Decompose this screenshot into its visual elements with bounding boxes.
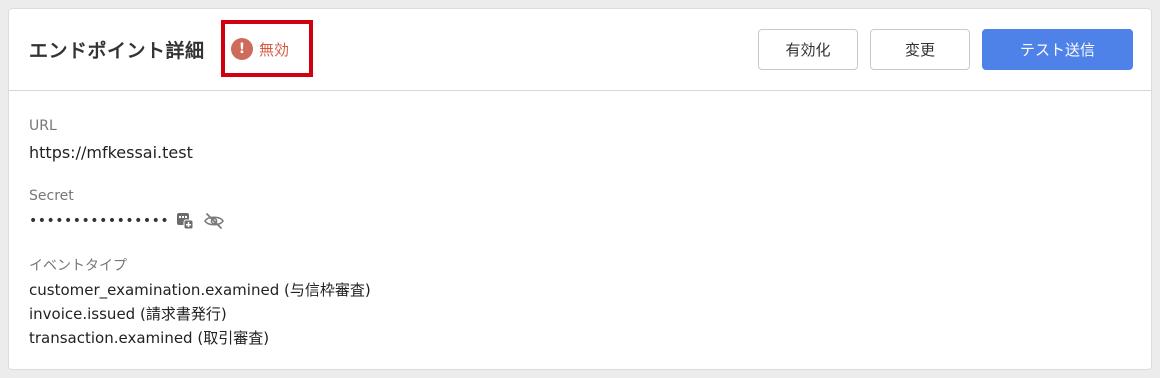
url-label: URL bbox=[29, 118, 57, 134]
secret-value: •••••••••••••••• bbox=[29, 213, 170, 229]
url-value: https://mfkessai.test bbox=[29, 143, 193, 162]
eye-off-icon[interactable] bbox=[203, 212, 225, 230]
endpoint-detail-card: エンドポイント詳細 ! 無効 有効化 変更 テスト送信 URL https://… bbox=[8, 8, 1152, 370]
enable-button[interactable]: 有効化 bbox=[758, 29, 858, 70]
secret-label: Secret bbox=[29, 188, 74, 204]
card-header: エンドポイント詳細 ! 無効 有効化 変更 テスト送信 bbox=[9, 9, 1151, 91]
event-type-item: transaction.examined (取引審査) bbox=[29, 329, 270, 347]
status-highlight-box bbox=[221, 20, 313, 77]
edit-button[interactable]: 変更 bbox=[870, 29, 970, 70]
event-type-item: customer_examination.examined (与信枠審査) bbox=[29, 281, 371, 299]
page-title: エンドポイント詳細 bbox=[29, 40, 205, 62]
event-type-item: invoice.issued (請求書発行) bbox=[29, 305, 227, 323]
copy-icon[interactable] bbox=[176, 212, 194, 230]
test-send-button[interactable]: テスト送信 bbox=[982, 29, 1133, 70]
event-types-label: イベントタイプ bbox=[29, 258, 127, 274]
